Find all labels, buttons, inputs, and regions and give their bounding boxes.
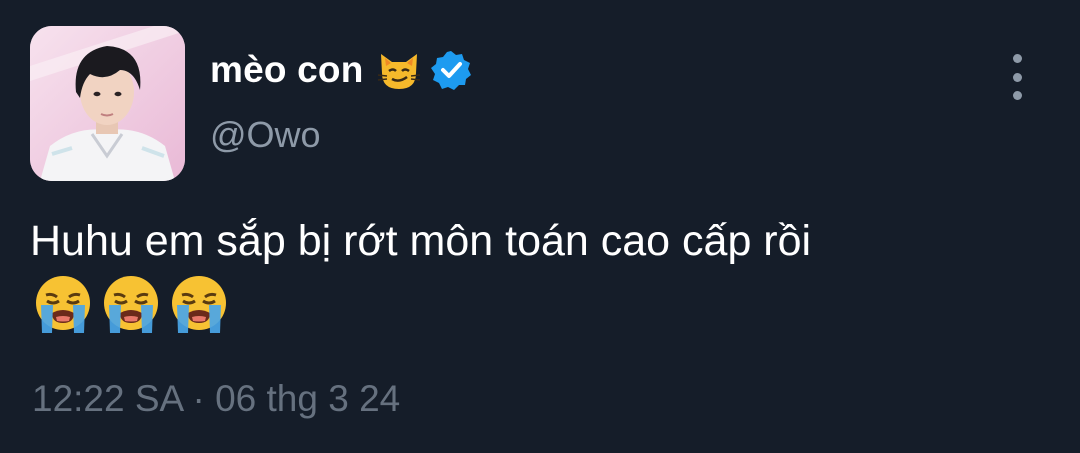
tweet-text: Huhu em sắp bị rớt môn toán cao cấp rồi bbox=[30, 217, 812, 265]
tweet-card: mèo con @Owo Huhu em sắp bị rớt môn toán… bbox=[0, 0, 1080, 453]
more-dot bbox=[1012, 72, 1022, 82]
author-handle[interactable]: @Owo bbox=[210, 114, 321, 156]
more-options-icon[interactable] bbox=[1000, 54, 1034, 100]
smirking-cat-icon bbox=[376, 47, 422, 93]
author-name-row[interactable]: mèo con bbox=[210, 42, 472, 98]
tweet-timestamp[interactable]: 12:22 SA · 06 thg 3 24 bbox=[32, 378, 400, 420]
avatar-image bbox=[30, 26, 185, 181]
tweet-emojis bbox=[32, 273, 230, 340]
display-name[interactable]: mèo con bbox=[210, 49, 364, 91]
more-dot bbox=[1012, 91, 1022, 100]
avatar[interactable] bbox=[30, 26, 185, 181]
loudly-crying-face-icon bbox=[168, 273, 230, 340]
loudly-crying-face-icon bbox=[32, 273, 94, 340]
more-dot bbox=[1012, 54, 1022, 63]
loudly-crying-face-icon bbox=[100, 273, 162, 340]
verified-badge-icon bbox=[430, 49, 472, 91]
